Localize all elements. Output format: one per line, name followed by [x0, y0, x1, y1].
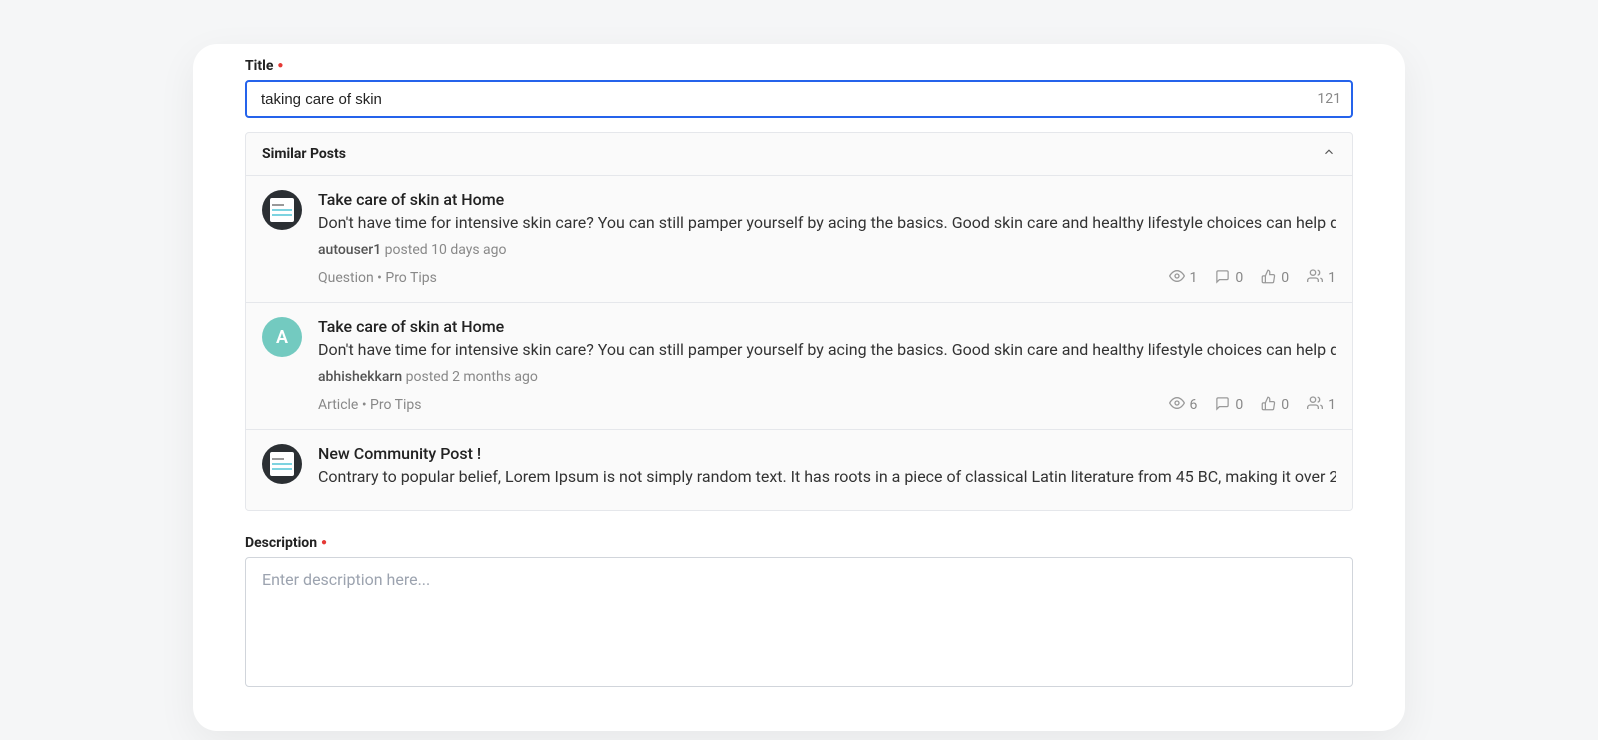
users-icon	[1307, 268, 1323, 288]
likes-stat: 0	[1261, 396, 1289, 415]
avatar: A	[262, 317, 302, 357]
post-meta: abhishekkarn posted 2 months ago	[318, 369, 1336, 385]
avatar	[262, 444, 302, 484]
similar-posts-header[interactable]: Similar Posts	[246, 133, 1352, 176]
post-time: posted 10 days ago	[385, 242, 507, 258]
post-title: Take care of skin at Home	[318, 317, 1336, 336]
views-count: 6	[1190, 397, 1198, 413]
users-count: 1	[1328, 397, 1336, 413]
post-excerpt: Don't have time for intensive skin care?…	[318, 340, 1336, 359]
post-body: New Community Post ! Contrary to popular …	[318, 444, 1336, 496]
post-meta: autouser1 posted 10 days ago	[318, 242, 1336, 258]
thumbs-up-icon	[1261, 396, 1276, 415]
users-stat: 1	[1307, 395, 1336, 415]
post-categories: Article • Pro Tips	[318, 397, 422, 413]
views-stat: 1	[1169, 268, 1198, 288]
views-stat: 6	[1169, 395, 1198, 415]
comment-icon	[1215, 269, 1230, 288]
eye-icon	[1169, 395, 1185, 415]
similar-post-item[interactable]: New Community Post ! Contrary to popular …	[246, 430, 1352, 510]
post-title: Take care of skin at Home	[318, 190, 1336, 209]
thumbs-up-icon	[1261, 269, 1276, 288]
post-stats: 1 0 0 1	[1169, 268, 1337, 288]
post-body: Take care of skin at Home Don't have time…	[318, 317, 1336, 415]
comments-stat: 0	[1215, 269, 1243, 288]
required-dot-icon: ●	[277, 61, 283, 71]
post-footer: Article • Pro Tips 6 0 0 1	[318, 395, 1336, 415]
eye-icon	[1169, 268, 1185, 288]
post-categories: Question • Pro Tips	[318, 270, 437, 286]
post-time: posted 2 months ago	[406, 369, 538, 385]
title-input[interactable]	[245, 80, 1353, 118]
similar-post-item[interactable]: A Take care of skin at Home Don't have tim…	[246, 303, 1352, 430]
title-input-wrap: 121	[245, 80, 1353, 118]
post-excerpt: Contrary to popular belief, Lorem Ipsum …	[318, 467, 1336, 486]
title-char-count: 121	[1317, 91, 1341, 107]
post-footer: Question • Pro Tips 1 0 0 1	[318, 268, 1336, 288]
likes-stat: 0	[1261, 269, 1289, 288]
users-count: 1	[1328, 270, 1336, 286]
post-author: autouser1	[318, 242, 381, 258]
description-label-text: Description	[245, 535, 317, 551]
users-icon	[1307, 395, 1323, 415]
description-textarea[interactable]	[245, 557, 1353, 687]
likes-count: 0	[1281, 270, 1289, 286]
similar-posts-list: Take care of skin at Home Don't have time…	[246, 176, 1352, 510]
required-dot-icon: ●	[321, 538, 327, 548]
compose-card: Title ● 121 Similar Posts Take care of s…	[193, 44, 1405, 731]
post-stats: 6 0 0 1	[1169, 395, 1337, 415]
likes-count: 0	[1281, 397, 1289, 413]
similar-posts-panel: Similar Posts Take care of skin at Home D…	[245, 132, 1353, 511]
similar-post-item[interactable]: Take care of skin at Home Don't have time…	[246, 176, 1352, 303]
views-count: 1	[1190, 270, 1198, 286]
description-label: Description ●	[245, 535, 1353, 551]
avatar	[262, 190, 302, 230]
title-label: Title ●	[245, 58, 1353, 74]
comments-count: 0	[1235, 397, 1243, 413]
users-stat: 1	[1307, 268, 1336, 288]
comments-stat: 0	[1215, 396, 1243, 415]
post-excerpt: Don't have time for intensive skin care?…	[318, 213, 1336, 232]
title-label-text: Title	[245, 58, 273, 74]
post-body: Take care of skin at Home Don't have time…	[318, 190, 1336, 288]
chevron-up-icon	[1322, 145, 1336, 163]
similar-posts-heading: Similar Posts	[262, 146, 346, 162]
post-title: New Community Post !	[318, 444, 1336, 463]
description-section: Description ●	[245, 535, 1353, 691]
post-author: abhishekkarn	[318, 369, 402, 385]
comment-icon	[1215, 396, 1230, 415]
comments-count: 0	[1235, 270, 1243, 286]
